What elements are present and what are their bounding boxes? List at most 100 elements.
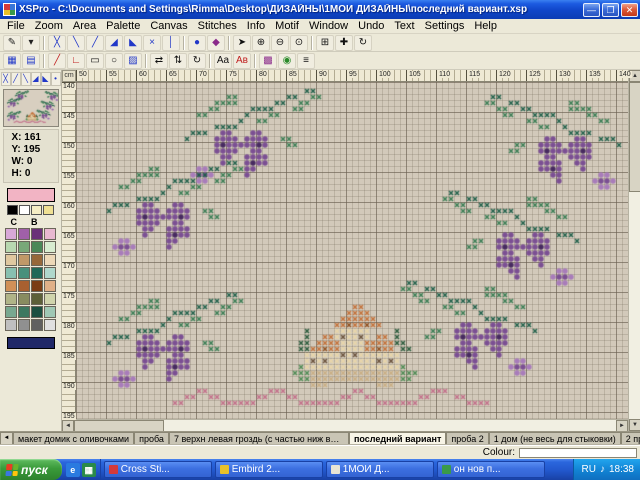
pattern-tab[interactable]: 7 верхн левая гроздь (с частью ниж ветки… — [169, 432, 349, 445]
taskbar-task-button[interactable]: Embird 2... — [215, 461, 323, 478]
palette-swatch[interactable] — [5, 280, 17, 292]
menu-window[interactable]: Window — [304, 19, 353, 33]
design-canvas[interactable] — [76, 82, 628, 419]
pattern-tab[interactable]: проба 2 — [446, 432, 488, 445]
menu-stitches[interactable]: Stitches — [193, 19, 242, 33]
palette-swatch[interactable] — [44, 293, 56, 305]
stitch-quarter-button[interactable]: ◢ — [31, 72, 41, 86]
show-desktop-icon[interactable]: ▦ — [82, 463, 96, 477]
stitch-half-left-button[interactable]: ╱ — [11, 72, 21, 86]
stitch-knot-button[interactable]: • — [51, 72, 61, 86]
center-design-button[interactable]: ✚ — [335, 35, 353, 51]
menu-file[interactable]: File — [2, 19, 30, 33]
horizontal-scrollbar[interactable]: ◄ ► — [62, 419, 628, 431]
palette-swatch[interactable] — [44, 267, 56, 279]
palette-swatch[interactable] — [5, 293, 17, 305]
pencil-dropdown-button[interactable]: ▾ — [22, 35, 40, 51]
ellipse-tool-button[interactable]: ○ — [105, 53, 123, 69]
basic-color-swatch[interactable] — [19, 205, 30, 215]
volume-icon[interactable]: ♪ — [600, 464, 605, 475]
pattern-tab[interactable]: 2 правая ниж гр — [621, 432, 640, 445]
basic-color-swatch[interactable] — [43, 205, 54, 215]
petite-stitch-button[interactable]: × — [143, 35, 161, 51]
taskbar-task-button[interactable]: он нов п... — [437, 461, 545, 478]
back-stitch-button[interactable]: │ — [162, 35, 180, 51]
stitch-half-right-button[interactable]: ╲ — [21, 72, 31, 86]
pencil-tool-button[interactable]: ✎ — [3, 35, 21, 51]
palette-swatch[interactable] — [44, 280, 56, 292]
palette-swatch[interactable] — [31, 267, 43, 279]
palette-swatch[interactable] — [31, 280, 43, 292]
select-arrow-button[interactable]: ➤ — [233, 35, 251, 51]
half-stitch-right-button[interactable]: ╱ — [86, 35, 104, 51]
bead-button[interactable]: ◆ — [207, 35, 225, 51]
quarter-stitch-button[interactable]: ◢ — [105, 35, 123, 51]
internet-explorer-icon[interactable]: e — [66, 463, 80, 477]
palette-swatch[interactable] — [18, 293, 30, 305]
taskbar-task-button[interactable]: Cross Sti... — [104, 461, 212, 478]
pattern-tab[interactable]: 1 дом (не весь для стыковки) — [489, 432, 621, 445]
palette-swatch[interactable] — [31, 293, 43, 305]
zoom-in-button[interactable]: ⊕ — [252, 35, 270, 51]
rectangle-tool-button[interactable]: ▭ — [86, 53, 104, 69]
palette-editor-button[interactable]: ▩ — [259, 53, 277, 69]
minimize-button[interactable]: — — [583, 3, 600, 17]
fill-tool-button[interactable]: ▨ — [124, 53, 142, 69]
language-indicator[interactable]: RU — [582, 464, 596, 475]
palette-swatch[interactable] — [44, 228, 56, 240]
selected-color-swatch[interactable] — [7, 188, 55, 202]
palette-swatch[interactable] — [5, 319, 17, 331]
tab-scroll-left-button[interactable]: ◄ — [0, 432, 13, 445]
french-knot-button[interactable]: ● — [188, 35, 206, 51]
basic-color-swatch[interactable] — [31, 205, 42, 215]
rotate-90-button[interactable]: ↻ — [188, 53, 206, 69]
start-button[interactable]: пуск — [0, 459, 62, 480]
palette-swatch[interactable] — [18, 267, 30, 279]
palette-swatch[interactable] — [44, 241, 56, 253]
vertical-scrollbar[interactable]: ▲ ▼ — [628, 70, 640, 431]
palette-swatch[interactable] — [5, 306, 17, 318]
text-latin-button[interactable]: Aa — [214, 53, 232, 69]
palette-swatch[interactable] — [31, 306, 43, 318]
mirror-vertical-button[interactable]: ⇅ — [169, 53, 187, 69]
palette-swatch[interactable] — [18, 254, 30, 266]
close-button[interactable]: ✕ — [621, 3, 638, 17]
palette-swatch[interactable] — [5, 241, 17, 253]
taskbar-task-button[interactable]: 1МОИ Д... — [326, 461, 434, 478]
menu-zoom[interactable]: Zoom — [30, 19, 68, 33]
menu-area[interactable]: Area — [68, 19, 101, 33]
color-picker-button[interactable]: ◉ — [278, 53, 296, 69]
mirror-horizontal-button[interactable]: ⇄ — [150, 53, 168, 69]
palette-swatch[interactable] — [31, 319, 43, 331]
menu-motif[interactable]: Motif — [270, 19, 304, 33]
palette-swatch[interactable] — [18, 280, 30, 292]
palette-swatch[interactable] — [44, 254, 56, 266]
new-motif-button[interactable]: ▦ — [3, 53, 21, 69]
menu-palette[interactable]: Palette — [101, 19, 145, 33]
half-stitch-left-button[interactable]: ╲ — [67, 35, 85, 51]
menu-settings[interactable]: Settings — [420, 19, 470, 33]
palette-swatch[interactable] — [18, 306, 30, 318]
palette-swatch[interactable] — [5, 267, 17, 279]
line-tool-button[interactable]: ╱ — [48, 53, 66, 69]
palette-swatch[interactable] — [31, 228, 43, 240]
basic-color-swatch[interactable] — [7, 205, 18, 215]
grid-toggle-button[interactable]: ⊞ — [316, 35, 334, 51]
zoom-out-button[interactable]: ⊖ — [271, 35, 289, 51]
palette-swatch[interactable] — [18, 241, 30, 253]
refresh-view-button[interactable]: ↻ — [354, 35, 372, 51]
palette-swatch[interactable] — [5, 254, 17, 266]
palette-swatch[interactable] — [18, 228, 30, 240]
palette-swatch[interactable] — [5, 228, 17, 240]
stitch-three-quarter-button[interactable]: ◣ — [41, 72, 51, 86]
three-quarter-stitch-button[interactable]: ◣ — [124, 35, 142, 51]
palette-swatch[interactable] — [44, 306, 56, 318]
zoom-actual-button[interactable]: ⊙ — [290, 35, 308, 51]
palette-swatch[interactable] — [31, 241, 43, 253]
menu-text[interactable]: Text — [389, 19, 419, 33]
palette-bottom-swatch[interactable] — [7, 337, 55, 349]
vertical-scroll-thumb[interactable] — [629, 82, 640, 192]
scroll-down-icon[interactable]: ▼ — [629, 419, 640, 431]
pattern-tab-active[interactable]: последний вариант — [349, 432, 446, 445]
stitch-full-button[interactable]: ╳ — [1, 72, 11, 86]
